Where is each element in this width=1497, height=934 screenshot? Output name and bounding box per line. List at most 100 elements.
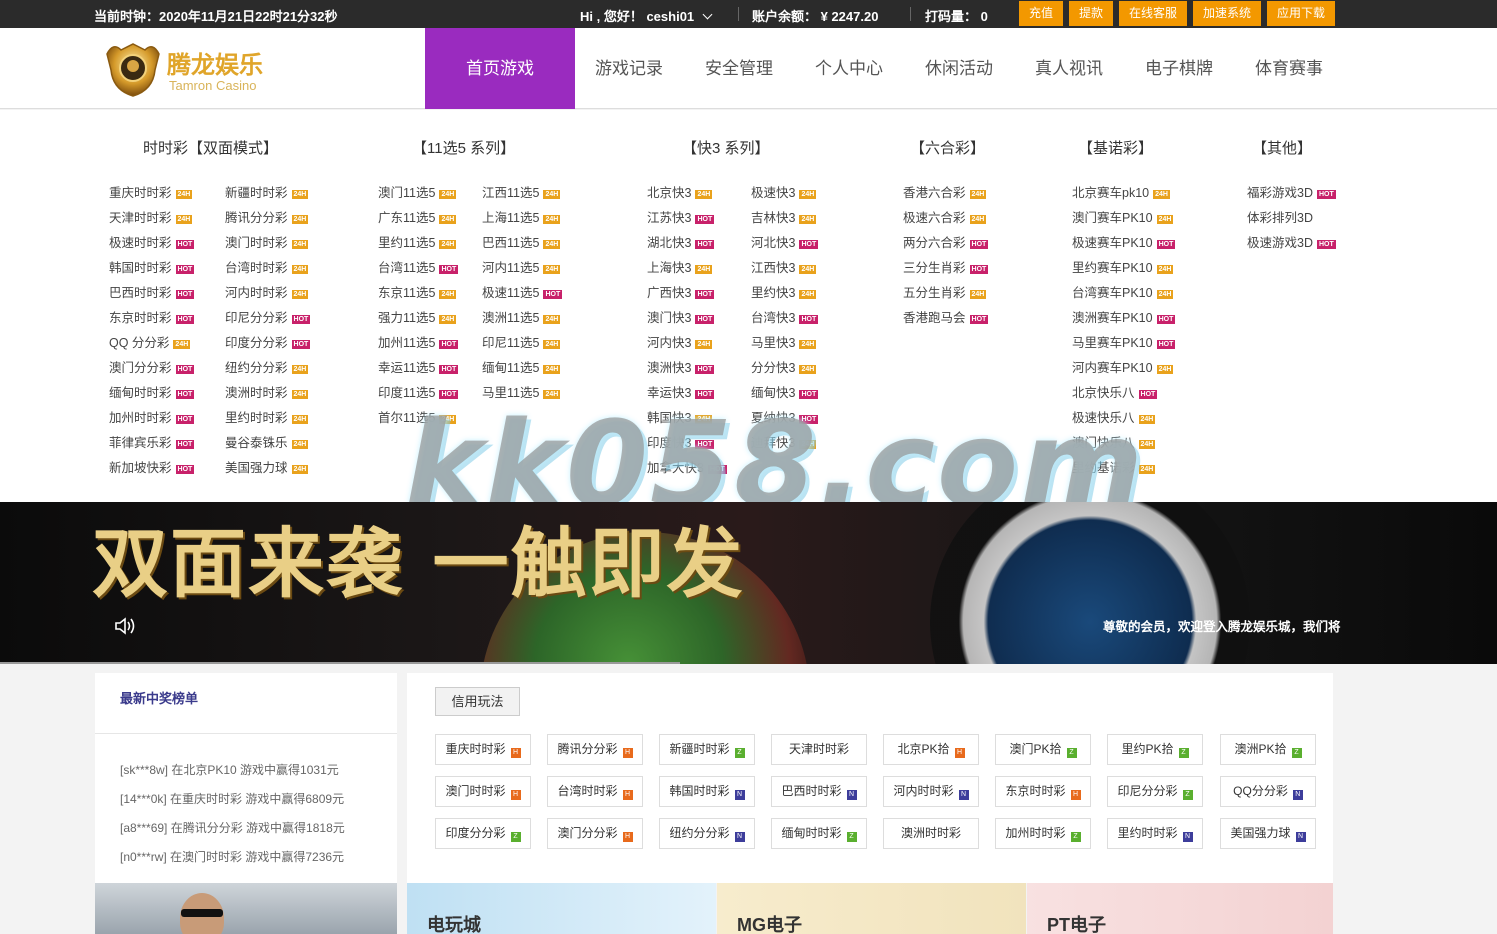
menu-game-item[interactable]: 上海快3 24H [647, 257, 713, 276]
credit-game-button[interactable]: 里约时时彩 N [1107, 818, 1203, 849]
user-greeting-dropdown[interactable]: Hi , 您好！ ceshi01 [580, 6, 713, 25]
card-pt-slots[interactable]: PT电子 [1027, 883, 1333, 934]
menu-game-item[interactable]: 马里快3 24H [751, 332, 817, 351]
menu-game-item[interactable]: 河北快3 HOT [751, 232, 819, 251]
menu-game-item[interactable]: 加州时时彩 HOT [109, 407, 195, 426]
menu-game-item[interactable]: 分分快3 24H [751, 357, 817, 376]
app-download-button[interactable]: 应用下载 [1267, 1, 1335, 26]
menu-game-item[interactable]: 极速快乐八 24H [1072, 407, 1156, 426]
menu-game-item[interactable]: 印度快3 HOT [647, 432, 715, 451]
credit-game-button[interactable]: 台湾时时彩 H [547, 776, 643, 807]
credit-game-button[interactable]: 腾讯分分彩 H [547, 734, 643, 765]
menu-game-item[interactable]: 北京赛车pk10 24H [1072, 182, 1170, 201]
menu-game-item[interactable]: 马里赛车PK10 HOT [1072, 332, 1176, 351]
menu-game-item[interactable]: 纽约分分彩 24H [225, 357, 309, 376]
menu-game-item[interactable]: 极速六合彩 24H [903, 207, 987, 226]
menu-game-item[interactable]: 广西快3 HOT [647, 282, 715, 301]
menu-game-item[interactable]: 香港跑马会 HOT [903, 307, 989, 326]
menu-game-item[interactable]: 印尼分分彩 HOT [225, 307, 311, 326]
credit-game-button[interactable]: 北京PK拾 H [883, 734, 979, 765]
menu-game-item[interactable]: 湖北快3 HOT [647, 232, 715, 251]
credit-game-button[interactable]: 韩国时时彩 N [659, 776, 755, 807]
menu-game-item[interactable]: 极速11选5 HOT [482, 282, 563, 301]
menu-game-item[interactable]: 澳洲快3 HOT [647, 357, 715, 376]
menu-game-item[interactable]: 天津时时彩 24H [109, 207, 193, 226]
credit-game-button[interactable]: 重庆时时彩 H [435, 734, 531, 765]
card-mg-slots[interactable]: MG电子 [717, 883, 1026, 934]
menu-game-item[interactable]: 台湾赛车PK10 24H [1072, 282, 1174, 301]
menu-game-item[interactable]: 首尔11选5 24H [378, 407, 457, 426]
menu-game-item[interactable]: 北京快乐八 HOT [1072, 382, 1158, 401]
menu-game-item[interactable]: 河内赛车PK10 24H [1072, 357, 1174, 376]
credit-game-button[interactable]: 澳门分分彩 H [547, 818, 643, 849]
menu-game-item[interactable]: 三分生肖彩 HOT [903, 257, 989, 276]
menu-game-item[interactable]: 缅甸时时彩 HOT [109, 382, 195, 401]
menu-game-item[interactable]: 韩国快3 24H [647, 407, 713, 426]
menu-game-item[interactable]: 强力11选5 24H [378, 307, 457, 326]
speaker-icon[interactable] [114, 617, 136, 635]
menu-game-item[interactable]: 里约时时彩 24H [225, 407, 309, 426]
menu-game-item[interactable]: 里约赛车PK10 24H [1072, 257, 1174, 276]
nav-personal-center[interactable]: 个人中心 [803, 28, 895, 109]
credit-game-button[interactable]: 澳门PK拾 Z [995, 734, 1091, 765]
menu-game-item[interactable]: 福彩游戏3D HOT [1247, 182, 1336, 201]
credit-game-button[interactable]: 澳洲时时彩 [883, 818, 979, 849]
menu-game-item[interactable]: 夏纳快3 HOT [751, 407, 819, 426]
menu-game-item[interactable]: 新加坡快彩 HOT [109, 457, 195, 476]
credit-game-button[interactable]: 里约PK拾 Z [1107, 734, 1203, 765]
deposit-button[interactable]: 充值 [1019, 1, 1063, 26]
menu-game-item[interactable]: 重庆时时彩 24H [109, 182, 193, 201]
menu-game-item[interactable]: 里约快3 24H [751, 282, 817, 301]
speedup-system-button[interactable]: 加速系统 [1193, 1, 1261, 26]
menu-game-item[interactable]: 广东11选5 24H [378, 207, 457, 226]
menu-game-item[interactable]: 吉林快3 24H [751, 207, 817, 226]
menu-game-item[interactable]: QQ 分分彩 24H [109, 332, 191, 351]
credit-game-button[interactable]: 东京时时彩 H [995, 776, 1091, 807]
credit-game-button[interactable]: 缅甸时时彩 Z [771, 818, 867, 849]
nav-live-video[interactable]: 真人视讯 [1023, 28, 1115, 109]
menu-game-item[interactable]: 加州11选5 HOT [378, 332, 459, 351]
menu-game-item[interactable]: 幸运11选5 HOT [378, 357, 459, 376]
menu-game-item[interactable]: 两分六合彩 HOT [903, 232, 989, 251]
menu-game-item[interactable]: 澳门快3 HOT [647, 307, 715, 326]
menu-game-item[interactable]: 缅甸11选5 24H [482, 357, 561, 376]
menu-game-item[interactable]: 巴西11选5 24H [482, 232, 561, 251]
menu-game-item[interactable]: 幸运快3 HOT [647, 382, 715, 401]
menu-game-item[interactable]: 台湾时时彩 24H [225, 257, 309, 276]
menu-game-item[interactable]: 澳洲11选5 24H [482, 307, 561, 326]
nav-game-records[interactable]: 游戏记录 [583, 28, 675, 109]
menu-game-item[interactable]: 体彩排列3D [1247, 207, 1313, 226]
menu-game-item[interactable]: 江西快3 24H [751, 257, 817, 276]
menu-game-item[interactable]: 极速游戏3D HOT [1247, 232, 1336, 251]
menu-game-item[interactable]: 澳门快乐八 24H [1072, 432, 1156, 451]
menu-game-item[interactable]: 台湾快3 HOT [751, 307, 819, 326]
credit-game-button[interactable]: 新疆时时彩 Z [659, 734, 755, 765]
menu-game-item[interactable]: 河内快3 24H [647, 332, 713, 351]
credit-game-button[interactable]: 河内时时彩 N [883, 776, 979, 807]
credit-game-button[interactable]: QQ分分彩 N [1220, 776, 1316, 807]
menu-game-item[interactable]: 里约基诺彩 24H [1072, 457, 1156, 476]
tab-credit-play[interactable]: 信用玩法 [435, 687, 520, 716]
menu-game-item[interactable]: 马里11选5 24H [482, 382, 561, 401]
menu-game-item[interactable]: 台湾11选5 HOT [378, 257, 459, 276]
menu-game-item[interactable]: 菲律宾乐彩 HOT [109, 432, 195, 451]
menu-game-item[interactable]: 澳洲时时彩 24H [225, 382, 309, 401]
credit-game-button[interactable]: 纽约分分彩 N [659, 818, 755, 849]
nav-leisure-activities[interactable]: 休闲活动 [913, 28, 1005, 109]
nav-electronic-chess[interactable]: 电子棋牌 [1133, 28, 1225, 109]
menu-game-item[interactable]: 巴西时时彩 HOT [109, 282, 195, 301]
menu-game-item[interactable]: 里约11选5 24H [378, 232, 457, 251]
menu-game-item[interactable]: 澳门11选5 24H [378, 182, 457, 201]
nav-security[interactable]: 安全管理 [693, 28, 785, 109]
menu-game-item[interactable]: 东京11选5 24H [378, 282, 457, 301]
menu-game-item[interactable]: 上海11选5 24H [482, 207, 561, 226]
menu-game-item[interactable]: 河内时时彩 24H [225, 282, 309, 301]
credit-game-button[interactable]: 巴西时时彩 N [771, 776, 867, 807]
credit-game-button[interactable]: 印度分分彩 Z [435, 818, 531, 849]
menu-game-item[interactable]: 河内11选5 24H [482, 257, 561, 276]
menu-game-item[interactable]: 五分生肖彩 24H [903, 282, 987, 301]
promo-banner[interactable]: 双面来袭 一触即发 尊敬的会员，欢迎登入腾龙娱乐城，我们将 [0, 502, 1497, 664]
menu-game-item[interactable]: 印尼11选5 24H [482, 332, 561, 351]
nav-sports[interactable]: 体育赛事 [1243, 28, 1335, 109]
menu-game-item[interactable]: 澳门赛车PK10 24H [1072, 207, 1174, 226]
